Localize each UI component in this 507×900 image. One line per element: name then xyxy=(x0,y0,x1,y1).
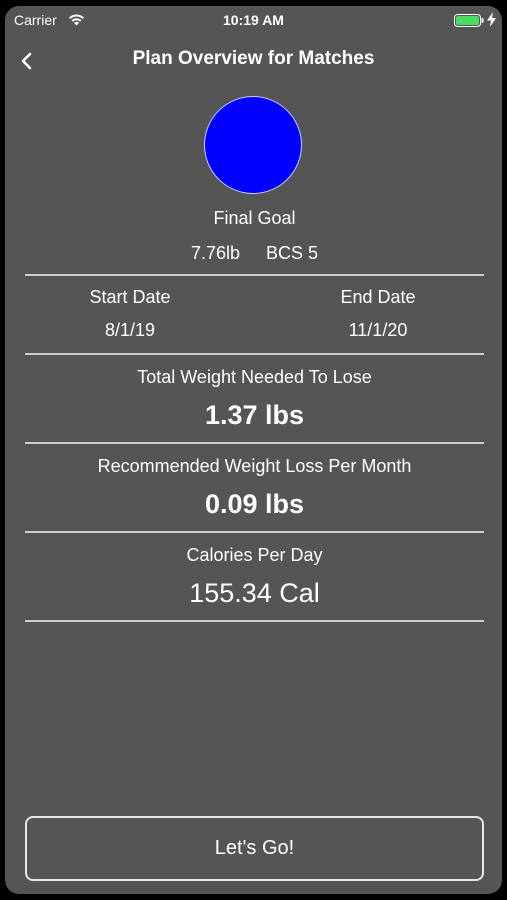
divider xyxy=(25,531,484,533)
divider xyxy=(25,620,484,622)
app-screen: Carrier 10:19 AM Plan Overview for Match… xyxy=(5,6,502,894)
page-title: Plan Overview for Matches xyxy=(132,48,375,69)
end-date-block: End Date 11/1/20 xyxy=(278,287,478,341)
monthly-loss-label: Recommended Weight Loss Per Month xyxy=(97,456,412,476)
calories-label: Calories Per Day xyxy=(186,545,323,565)
battery-icon xyxy=(454,14,484,27)
start-date-block: Start Date 8/1/19 xyxy=(30,287,230,341)
status-bar: Carrier 10:19 AM xyxy=(5,6,502,34)
divider xyxy=(25,274,484,276)
divider xyxy=(25,442,484,444)
charging-icon xyxy=(487,12,496,27)
back-chevron-icon[interactable] xyxy=(15,48,39,74)
final-goal-values: 7.76lb BCS 5 xyxy=(25,243,484,264)
end-date-label: End Date xyxy=(340,287,416,307)
goal-avatar-circle xyxy=(204,96,302,194)
total-weight-value: 1.37 lbs xyxy=(204,400,305,430)
start-date-label: Start Date xyxy=(89,287,171,307)
final-goal-label: Final Goal xyxy=(213,208,296,228)
end-date-value: 11/1/20 xyxy=(348,320,408,340)
dates-row: Start Date 8/1/19 End Date 11/1/20 xyxy=(25,287,484,349)
status-time: 10:19 AM xyxy=(223,12,284,28)
lets-go-button-label: Let's Go! xyxy=(214,837,295,859)
lets-go-button[interactable]: Let's Go! xyxy=(25,816,484,881)
monthly-loss-value: 0.09 lbs xyxy=(204,489,305,519)
start-date-value: 8/1/19 xyxy=(104,320,156,340)
final-goal-bcs: BCS 5 xyxy=(266,243,319,263)
total-weight-label: Total Weight Needed To Lose xyxy=(137,367,372,387)
divider xyxy=(25,353,484,355)
calories-value: 155.34 Cal xyxy=(189,578,320,608)
final-goal-weight: 7.76lb xyxy=(190,243,240,263)
